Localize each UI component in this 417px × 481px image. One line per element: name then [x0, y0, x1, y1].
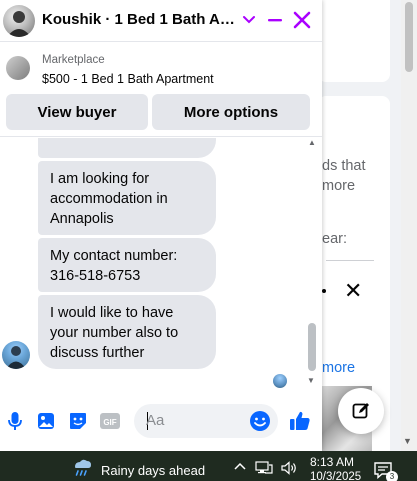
rain-cloud-icon[interactable]: [70, 456, 94, 478]
background-snippet: ds that: [322, 158, 366, 174]
windows-taskbar: Rainy days ahead 8:13 AM 10/3/2025 3: [0, 451, 417, 481]
chat-scrollbar-thumb[interactable]: [308, 323, 316, 371]
close-icon[interactable]: [292, 10, 312, 30]
message-input-placeholder: Aa: [146, 412, 165, 429]
weather-text[interactable]: Rainy days ahead: [101, 463, 205, 478]
new-message-button[interactable]: [338, 388, 384, 434]
clock-time[interactable]: 8:13 AM: [310, 455, 354, 469]
chat-title[interactable]: Koushik · 1 Bed 1 Bath Apa...: [42, 11, 238, 28]
listing-title[interactable]: $500 - 1 Bed 1 Bath Apartment: [42, 72, 214, 86]
photo-icon[interactable]: [35, 410, 57, 432]
message-input[interactable]: Aa: [134, 404, 278, 438]
contact-avatar[interactable]: [3, 5, 35, 37]
compose-icon: [352, 403, 369, 419]
page-scrollbar-thumb[interactable]: [405, 2, 413, 72]
background-link[interactable]: more: [322, 178, 355, 194]
minimize-icon[interactable]: [265, 10, 285, 30]
chevron-up-icon[interactable]: [233, 460, 247, 472]
listing-kicker: Marketplace: [42, 54, 105, 66]
listing-thumbnail[interactable]: [6, 56, 30, 80]
microphone-icon[interactable]: [4, 410, 26, 432]
message-composer: GIF Aa: [0, 400, 322, 444]
thumbs-up-icon[interactable]: [289, 410, 311, 432]
network-icon[interactable]: [255, 461, 273, 475]
message-list: I am looking for accommodation in Annapo…: [0, 138, 322, 392]
emoji-icon[interactable]: [249, 410, 271, 432]
notification-count-badge: 3: [386, 471, 398, 481]
chat-header[interactable]: Koushik · 1 Bed 1 Bath Apa...: [0, 0, 322, 42]
more-options-button[interactable]: More options: [152, 94, 310, 130]
chat-scroll-up-icon[interactable]: ▲: [308, 138, 316, 147]
chat-scroll-down-icon[interactable]: ▼: [307, 376, 315, 385]
background-see-more-link[interactable]: more: [322, 360, 355, 376]
seen-receipt-avatar: [273, 374, 287, 388]
gif-icon[interactable]: GIF: [99, 410, 121, 432]
background-close-icon[interactable]: ✕: [344, 278, 362, 304]
page-scroll-down-icon[interactable]: ▼: [403, 436, 412, 446]
chevron-down-icon[interactable]: [242, 10, 256, 30]
svg-text:GIF: GIF: [103, 418, 116, 427]
sender-avatar[interactable]: [2, 341, 30, 369]
volume-icon[interactable]: [280, 461, 298, 475]
background-menu-dot-icon[interactable]: [322, 289, 326, 293]
view-buyer-button[interactable]: View buyer: [6, 94, 148, 130]
message-bubble: My contact number: 316-518-6753: [38, 238, 216, 292]
message-bubble-partial: [38, 138, 216, 158]
background-card-top: [318, 0, 390, 82]
sticker-icon[interactable]: [67, 410, 89, 432]
chat-window: Koushik · 1 Bed 1 Bath Apa... Marketplac…: [0, 0, 322, 451]
clock-date[interactable]: 10/3/2025: [310, 471, 361, 481]
message-bubble: I would like to have your number also to…: [38, 295, 216, 369]
message-bubble: I am looking for accommodation in Annapo…: [38, 161, 216, 235]
background-divider: [326, 260, 374, 261]
marketplace-listing-banner: Marketplace $500 - 1 Bed 1 Bath Apartmen…: [0, 42, 322, 137]
background-label: ear:: [322, 231, 347, 247]
